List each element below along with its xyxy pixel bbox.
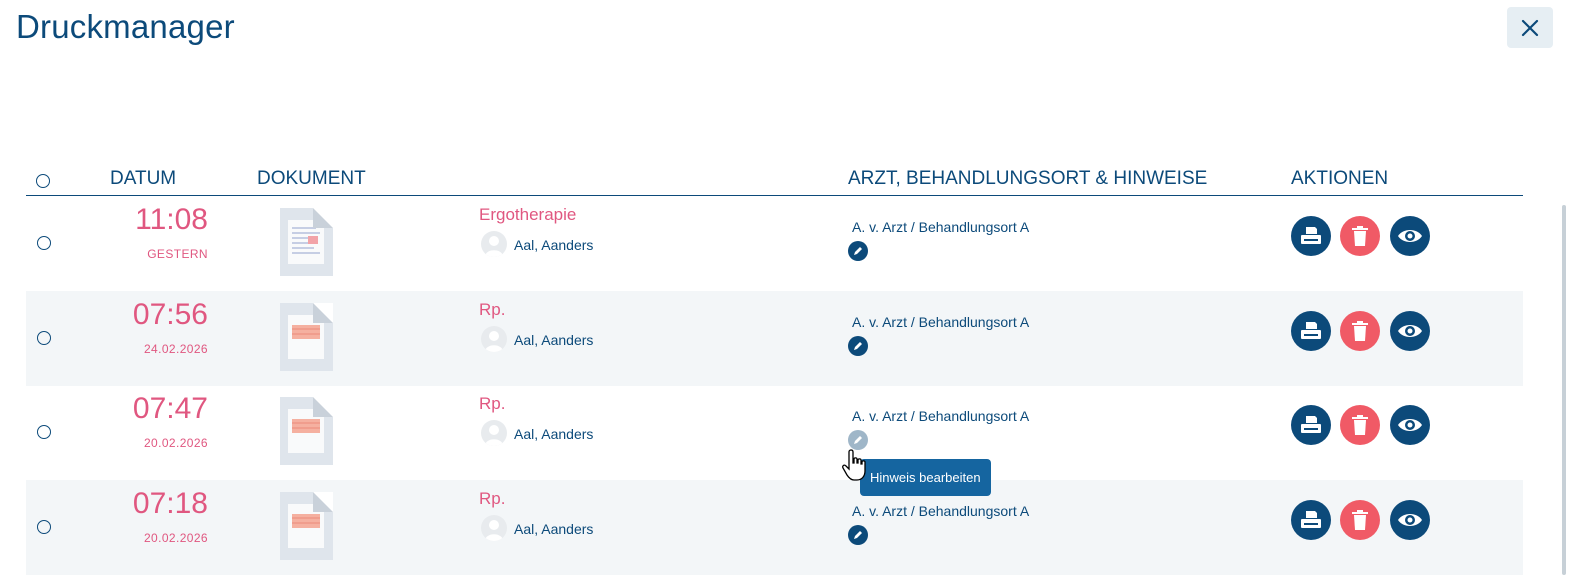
- printer-icon: [1301, 511, 1321, 528]
- hand-cursor-icon: [842, 449, 866, 481]
- header-datum: DATUM: [110, 168, 177, 189]
- document-thumbnail[interactable]: [280, 303, 333, 371]
- delete-button[interactable]: [1340, 311, 1380, 351]
- trash-icon: [1352, 226, 1368, 246]
- trash-icon: [1352, 415, 1368, 435]
- pencil-icon: [854, 247, 862, 255]
- table-row[interactable]: 07:56 24.02.2026 Rp. Aal, Aanders A. v. …: [26, 291, 1523, 386]
- view-button[interactable]: [1390, 500, 1430, 540]
- edit-note-button[interactable]: [848, 336, 868, 356]
- user-avatar-icon: [481, 420, 507, 446]
- arzt-behandlungsort: A. v. Arzt / Behandlungsort A: [852, 408, 1030, 424]
- table-header: DATUM DOKUMENT ARZT, BEHANDLUNGSORT & HI…: [26, 164, 1523, 196]
- pencil-icon: [854, 342, 862, 350]
- eye-icon: [1398, 514, 1422, 526]
- document-type: Rp.: [479, 489, 506, 508]
- user-avatar-icon: [481, 326, 507, 352]
- document-thumbnail[interactable]: [280, 397, 333, 465]
- delete-button[interactable]: [1340, 405, 1380, 445]
- edit-note-button[interactable]: [848, 241, 868, 261]
- close-button[interactable]: [1507, 7, 1553, 48]
- trash-icon: [1352, 510, 1368, 530]
- row-select-radio[interactable]: [37, 425, 51, 439]
- patient-name: Aal, Aanders: [514, 521, 594, 537]
- close-icon: [1521, 19, 1539, 36]
- view-button[interactable]: [1390, 311, 1430, 351]
- row-date: 24.02.2026: [143, 342, 208, 356]
- arzt-behandlungsort: A. v. Arzt / Behandlungsort A: [852, 219, 1030, 235]
- print-button[interactable]: [1291, 500, 1331, 540]
- document-type: Ergotherapie: [479, 205, 577, 224]
- printer-icon: [1301, 416, 1321, 433]
- print-button[interactable]: [1291, 405, 1331, 445]
- trash-icon: [1352, 321, 1368, 341]
- select-all-radio[interactable]: [36, 174, 50, 188]
- document-thumbnail[interactable]: [280, 208, 333, 276]
- delete-button[interactable]: [1340, 216, 1380, 256]
- row-select-radio[interactable]: [37, 236, 51, 250]
- row-date: GESTERN: [147, 247, 208, 261]
- table-row[interactable]: 07:18 20.02.2026 Rp. Aal, Aanders A. v. …: [26, 480, 1523, 575]
- row-date: 20.02.2026: [143, 436, 208, 450]
- patient-name: Aal, Aanders: [514, 332, 594, 348]
- document-type: Rp.: [479, 300, 506, 319]
- eye-icon: [1398, 325, 1422, 337]
- row-time: 11:08: [135, 203, 208, 236]
- row-time: 07:47: [132, 392, 208, 425]
- eye-icon: [1398, 230, 1422, 242]
- view-button[interactable]: [1390, 405, 1430, 445]
- pencil-icon: [854, 531, 862, 539]
- patient-name: Aal, Aanders: [514, 237, 594, 253]
- table-row[interactable]: 07:47 20.02.2026 Rp. Aal, Aanders A. v. …: [26, 385, 1523, 480]
- edit-note-button[interactable]: [848, 525, 868, 545]
- dialog-title: Druckmanager: [16, 8, 235, 45]
- arzt-behandlungsort: A. v. Arzt / Behandlungsort A: [852, 314, 1030, 330]
- header-aktionen: AKTIONEN: [1291, 168, 1389, 189]
- table-row[interactable]: 11:08 GESTERN Ergotherapie Aal, Aanders …: [26, 196, 1523, 291]
- pencil-icon: [854, 436, 862, 444]
- row-select-radio[interactable]: [37, 520, 51, 534]
- document-thumbnail[interactable]: [280, 492, 333, 560]
- row-date: 20.02.2026: [143, 531, 208, 545]
- row-time: 07:18: [132, 487, 208, 520]
- scrollbar[interactable]: [1562, 205, 1566, 575]
- header-dokument: DOKUMENT: [257, 168, 366, 189]
- printer-icon: [1301, 322, 1321, 339]
- document-type: Rp.: [479, 394, 506, 413]
- print-button[interactable]: [1291, 216, 1331, 256]
- arzt-behandlungsort: A. v. Arzt / Behandlungsort A: [852, 503, 1030, 519]
- row-select-radio[interactable]: [37, 331, 51, 345]
- delete-button[interactable]: [1340, 500, 1380, 540]
- user-avatar-icon: [481, 515, 507, 541]
- printer-icon: [1301, 227, 1321, 244]
- view-button[interactable]: [1390, 216, 1430, 256]
- row-time: 07:56: [132, 298, 208, 331]
- eye-icon: [1398, 419, 1422, 431]
- print-button[interactable]: [1291, 311, 1331, 351]
- header-arzt: ARZT, BEHANDLUNGSORT & HINWEISE: [848, 168, 1208, 189]
- user-avatar-icon: [481, 231, 507, 257]
- patient-name: Aal, Aanders: [514, 426, 594, 442]
- edit-note-button[interactable]: [848, 430, 868, 450]
- edit-note-tooltip: Hinweis bearbeiten: [860, 459, 991, 496]
